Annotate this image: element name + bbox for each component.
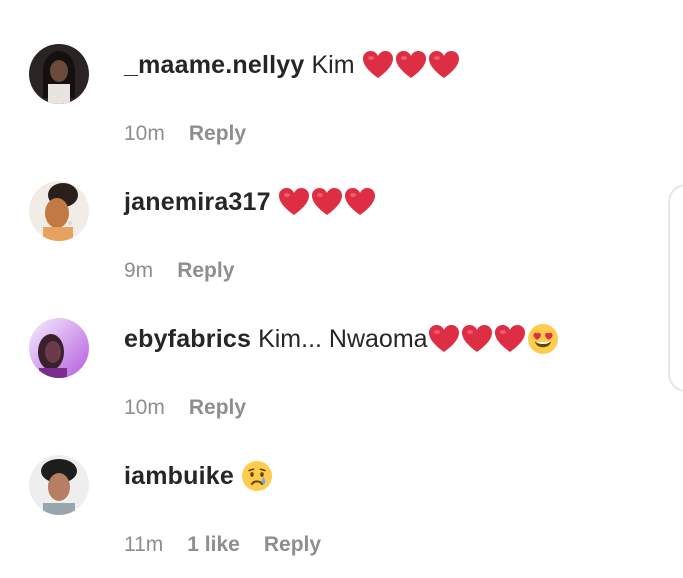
comment-username[interactable]: _maame.nellyy bbox=[124, 51, 305, 80]
crying-face-icon bbox=[241, 461, 272, 491]
edge-overlay-panel bbox=[668, 184, 683, 392]
comment-meta: 10m Reply bbox=[124, 396, 246, 420]
comment-meta: 9m Reply bbox=[124, 259, 234, 283]
red-heart-icon bbox=[362, 51, 393, 78]
emoji-group bbox=[278, 187, 376, 217]
red-heart-icon bbox=[278, 188, 309, 215]
avatar[interactable] bbox=[29, 455, 89, 515]
emoji-group bbox=[362, 50, 460, 80]
comment-line: _maame.nellyy Kim bbox=[124, 48, 460, 82]
red-heart-icon bbox=[311, 188, 342, 215]
comment-timestamp: 9m bbox=[124, 259, 154, 282]
comment-line: ebyfabrics Kim... Nwaoma bbox=[124, 322, 559, 356]
reply-button[interactable]: Reply bbox=[177, 259, 234, 283]
comment-text: Kim... Nwaoma bbox=[258, 324, 428, 353]
red-heart-icon bbox=[428, 325, 459, 352]
heart-eyes-face-icon bbox=[527, 324, 558, 354]
comment-line: janemira317 bbox=[124, 185, 376, 219]
reply-button[interactable]: Reply bbox=[264, 533, 321, 557]
reply-button[interactable]: Reply bbox=[189, 396, 246, 420]
comment-timestamp: 11m bbox=[124, 533, 164, 556]
comment-meta: 11m 1 like Reply bbox=[124, 533, 321, 557]
red-heart-icon bbox=[494, 325, 525, 352]
comment-timestamp: 10m bbox=[124, 122, 165, 145]
comment-username[interactable]: iambuike bbox=[124, 462, 234, 491]
red-heart-icon bbox=[344, 188, 375, 215]
emoji-group bbox=[428, 323, 559, 355]
avatar[interactable] bbox=[29, 44, 89, 104]
comment-item: janemira317 9m Reply bbox=[0, 167, 683, 304]
reply-button[interactable]: Reply bbox=[189, 122, 246, 146]
avatar[interactable] bbox=[29, 318, 89, 378]
comment-text: Kim bbox=[311, 50, 355, 79]
red-heart-icon bbox=[428, 51, 459, 78]
comment-username[interactable]: ebyfabrics bbox=[124, 325, 251, 354]
comment-username[interactable]: janemira317 bbox=[124, 188, 271, 217]
avatar[interactable] bbox=[29, 181, 89, 241]
comment-meta: 10m Reply bbox=[124, 122, 246, 146]
red-heart-icon bbox=[461, 325, 492, 352]
comment-item: ebyfabrics Kim... Nwaoma 10m Reply bbox=[0, 304, 683, 441]
comment-item: iambuike 11m 1 like Reply bbox=[0, 441, 683, 578]
comment-line: iambuike bbox=[124, 459, 273, 493]
like-count[interactable]: 1 like bbox=[187, 533, 240, 557]
emoji-group bbox=[241, 460, 273, 492]
comment-timestamp: 10m bbox=[124, 396, 165, 419]
comment-item: _maame.nellyy Kim 10m Reply bbox=[0, 30, 683, 167]
red-heart-icon bbox=[395, 51, 426, 78]
